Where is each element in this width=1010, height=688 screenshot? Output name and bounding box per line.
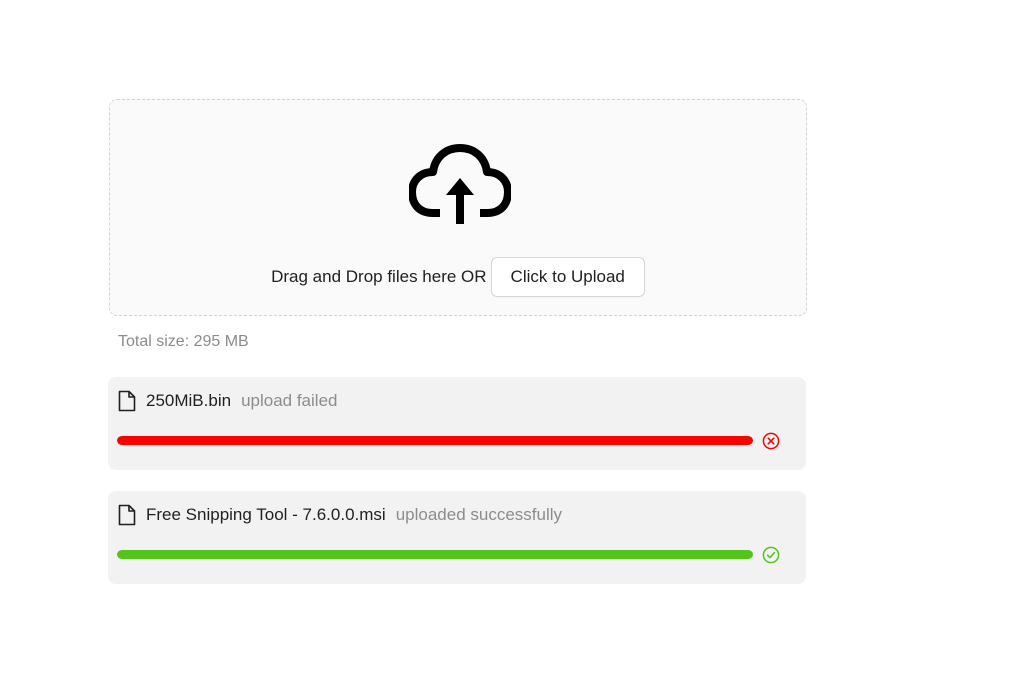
file-item: 250MiB.bin upload failed bbox=[108, 377, 806, 470]
file-status: upload failed bbox=[241, 391, 338, 410]
file-icon bbox=[118, 504, 136, 526]
file-header: 250MiB.bin upload failed bbox=[118, 389, 337, 413]
file-status: uploaded successfully bbox=[395, 505, 563, 524]
check-circle-icon bbox=[762, 546, 780, 564]
upload-dropzone[interactable]: Drag and Drop files here OR Click to Upl… bbox=[109, 99, 807, 316]
file-icon bbox=[118, 390, 136, 412]
file-item: Free Snipping Tool - 7.6.0.0.msi uploade… bbox=[108, 491, 806, 584]
total-size-label: Total size: 295 MB bbox=[118, 333, 249, 350]
progress-fill bbox=[117, 436, 753, 445]
progress-fill bbox=[117, 550, 753, 559]
file-name: Free Snipping Tool - 7.6.0.0.msi bbox=[146, 505, 386, 524]
file-header: Free Snipping Tool - 7.6.0.0.msi uploade… bbox=[118, 503, 562, 527]
close-circle-icon[interactable] bbox=[762, 432, 780, 450]
cloud-upload-icon bbox=[409, 144, 511, 224]
dropzone-text: Drag and Drop files here OR bbox=[271, 267, 487, 286]
progress-bar bbox=[117, 436, 753, 445]
file-name: 250MiB.bin bbox=[146, 391, 232, 410]
dropzone-row: Drag and Drop files here OR Click to Upl… bbox=[110, 257, 806, 297]
click-to-upload-button[interactable]: Click to Upload bbox=[490, 257, 645, 297]
progress-bar bbox=[117, 550, 753, 559]
